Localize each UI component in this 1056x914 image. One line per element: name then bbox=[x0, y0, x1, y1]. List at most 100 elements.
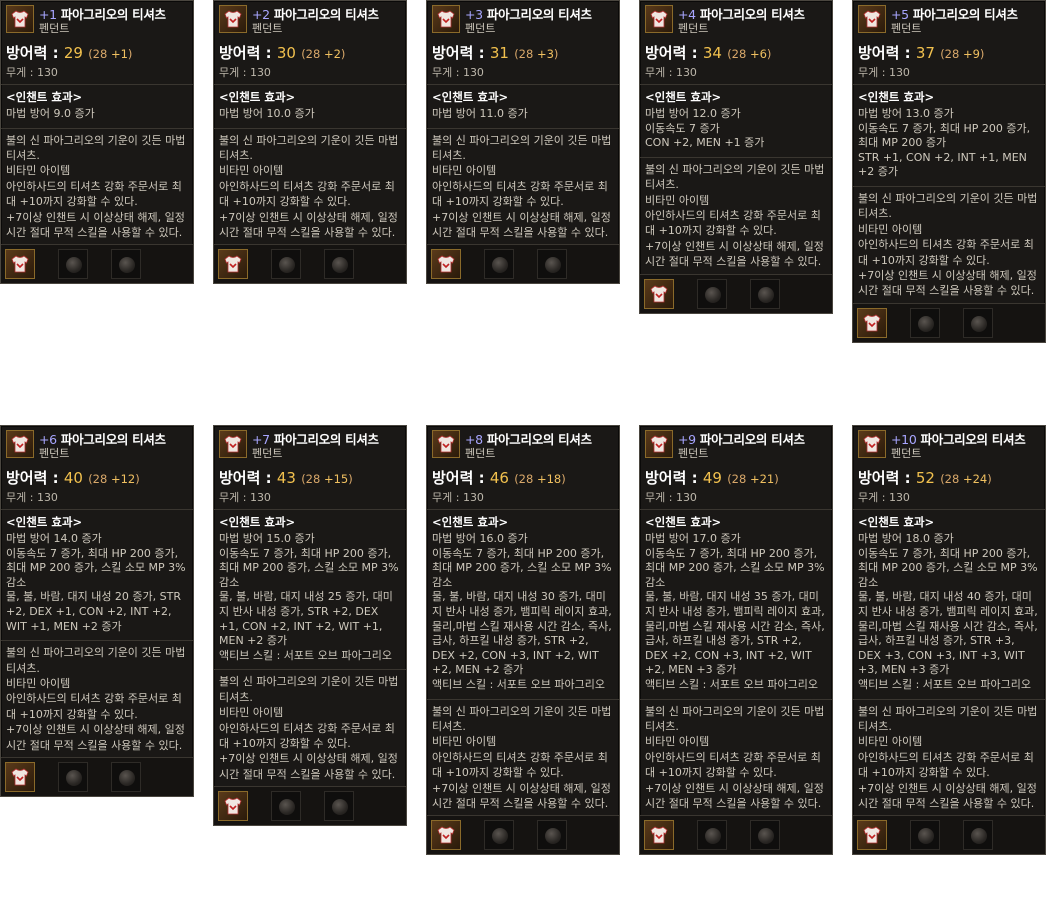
item-slot-tshirt[interactable] bbox=[5, 249, 35, 280]
item-slot-empty[interactable] bbox=[963, 820, 993, 851]
item-slot-empty[interactable] bbox=[910, 307, 940, 338]
defense-label: 방어력 : bbox=[858, 44, 911, 62]
weight: 무게 : 130 bbox=[645, 491, 697, 504]
item-slot-empty[interactable] bbox=[537, 249, 567, 280]
defense-breakdown-close: ) bbox=[987, 472, 992, 486]
enchant-effect-title: <인챈트 효과> bbox=[858, 90, 935, 104]
item-slot-empty[interactable] bbox=[910, 820, 940, 851]
item-slot-empty[interactable] bbox=[750, 278, 780, 309]
defense-row: 방어력 : 43 (28 +15) bbox=[214, 464, 406, 489]
defense-base: (28 bbox=[514, 472, 534, 486]
item-description: 불의 신 파아그리오의 기운이 깃든 마법 티셔츠. 비타민 아이템 아인하사드… bbox=[858, 704, 1038, 810]
item-slot-empty[interactable] bbox=[111, 762, 141, 792]
weight: 무게 : 130 bbox=[219, 491, 271, 504]
item-slot-empty[interactable] bbox=[484, 820, 514, 851]
enchant-effects: 마법 방어 15.0 증가 이동속도 7 증가, 최대 HP 200 증가, 최… bbox=[219, 532, 399, 662]
enchant-effects: 마법 방어 17.0 증가 이동속도 7 증가, 최대 HP 200 증가, 최… bbox=[645, 532, 825, 691]
item-slot-tshirt[interactable] bbox=[218, 791, 248, 822]
item-slot-empty[interactable] bbox=[271, 791, 301, 822]
tshirt-icon bbox=[645, 430, 673, 458]
empty-gem-socket-icon bbox=[971, 315, 987, 332]
item-slot-bar bbox=[1, 244, 193, 284]
defense-value: 43 bbox=[276, 469, 296, 487]
item-slot-tshirt[interactable] bbox=[5, 762, 35, 792]
defense-label: 방어력 : bbox=[6, 469, 59, 487]
item-slot-tshirt[interactable] bbox=[644, 820, 674, 851]
tshirt-icon bbox=[11, 768, 29, 786]
item-description: 불의 신 파아그리오의 기운이 깃든 마법 티셔츠. 비타민 아이템 아인하사드… bbox=[645, 162, 825, 269]
defense-breakdown-close: ) bbox=[135, 472, 140, 486]
tshirt-icon bbox=[863, 826, 881, 844]
enchant-effect-title: <인챈트 효과> bbox=[432, 90, 509, 104]
item-slot-tshirt[interactable] bbox=[218, 249, 248, 280]
tshirt-icon bbox=[858, 5, 886, 33]
defense-breakdown: (28 +24) bbox=[940, 472, 992, 486]
defense-breakdown-close: ) bbox=[766, 47, 772, 61]
item-slot-empty[interactable] bbox=[324, 249, 354, 280]
empty-gem-socket-icon bbox=[119, 257, 135, 274]
item-slot-tshirt[interactable] bbox=[431, 249, 461, 280]
item-slot-bar bbox=[214, 244, 406, 284]
item-slot-bar bbox=[853, 302, 1045, 342]
tshirt-icon bbox=[650, 826, 668, 844]
defense-value: 49 bbox=[702, 469, 722, 487]
item-tooltip-6: +6 파아그리오의 티셔츠 펜던트 방어력 : 40 (28 +12) 무게 :… bbox=[0, 425, 194, 797]
empty-gem-socket-icon bbox=[545, 828, 561, 845]
item-description: 불의 신 파아그리오의 기운이 깃든 마법 티셔츠. 비타민 아이템 아인하사드… bbox=[645, 704, 825, 810]
item-slot-empty[interactable] bbox=[697, 820, 727, 851]
item-slot-empty[interactable] bbox=[111, 249, 141, 280]
defense-breakdown: (28 +18) bbox=[514, 472, 566, 486]
weight: 무게 : 130 bbox=[432, 491, 484, 504]
empty-gem-socket-icon bbox=[545, 257, 561, 274]
item-slot-empty[interactable] bbox=[750, 820, 780, 851]
item-slot-tshirt[interactable] bbox=[857, 820, 887, 851]
defense-breakdown-close: ) bbox=[348, 472, 353, 486]
item-slot-empty[interactable] bbox=[484, 249, 514, 280]
defense-base: (28 bbox=[301, 47, 321, 61]
defense-base: (28 bbox=[727, 47, 747, 61]
item-tooltip-4: +4 파아그리오의 티셔츠 펜던트 방어력 : 34 (28 +6) 무게 : … bbox=[639, 0, 833, 314]
defense-breakdown-close: ) bbox=[553, 47, 559, 61]
item-name: 파아그리오의 티셔츠 bbox=[699, 432, 805, 447]
empty-gem-socket-icon bbox=[332, 257, 348, 274]
empty-gem-socket-icon bbox=[492, 257, 508, 274]
defense-label: 방어력 : bbox=[645, 469, 698, 487]
defense-breakdown-close: ) bbox=[127, 47, 133, 61]
item-slot-empty[interactable] bbox=[697, 278, 727, 309]
enchant-effect-title: <인챈트 효과> bbox=[6, 515, 83, 529]
defense-row: 방어력 : 46 (28 +18) bbox=[427, 464, 619, 489]
item-description: 불의 신 파아그리오의 기운이 깃든 마법 티셔츠. 비타민 아이템 아인하사드… bbox=[6, 646, 186, 752]
item-slot-empty[interactable] bbox=[537, 820, 567, 851]
item-slot-tshirt[interactable] bbox=[857, 307, 887, 338]
tooltip-header: +9 파아그리오의 티셔츠 펜던트 bbox=[640, 426, 832, 464]
defense-row: 방어력 : 49 (28 +21) bbox=[640, 464, 832, 489]
tshirt-icon bbox=[432, 5, 460, 33]
defense-base: (28 bbox=[940, 472, 960, 486]
item-slot-tshirt[interactable] bbox=[644, 278, 674, 309]
empty-gem-socket-icon bbox=[279, 257, 295, 274]
defense-label: 방어력 : bbox=[219, 469, 272, 487]
item-slot-empty[interactable] bbox=[58, 249, 88, 280]
defense-row: 방어력 : 52 (28 +24) bbox=[853, 464, 1045, 489]
tshirt-icon bbox=[219, 5, 247, 33]
item-slot-tshirt[interactable] bbox=[431, 820, 461, 851]
tshirt-icon bbox=[6, 430, 34, 458]
enchant-effects: 마법 방어 12.0 증가 이동속도 7 증가 CON +2, MEN +1 증… bbox=[645, 107, 765, 150]
item-slot-empty[interactable] bbox=[271, 249, 301, 280]
defense-label: 방어력 : bbox=[432, 469, 485, 487]
item-slot-empty[interactable] bbox=[324, 791, 354, 822]
enchant-effects: 마법 방어 10.0 증가 bbox=[219, 107, 315, 120]
defense-bonus: +21 bbox=[749, 472, 775, 486]
tooltip-header: +8 파아그리오의 티셔츠 펜던트 bbox=[427, 426, 619, 464]
item-slot-empty[interactable] bbox=[58, 762, 88, 792]
item-type: 펜던트 bbox=[891, 447, 922, 460]
item-slot-empty[interactable] bbox=[963, 307, 993, 338]
empty-gem-socket-icon bbox=[332, 799, 348, 816]
empty-gem-socket-icon bbox=[758, 828, 774, 845]
item-type: 펜던트 bbox=[678, 447, 709, 460]
item-type: 펜던트 bbox=[465, 447, 496, 460]
defense-value: 29 bbox=[63, 44, 83, 62]
defense-row: 방어력 : 34 (28 +6) bbox=[640, 39, 832, 64]
defense-row: 방어력 : 31 (28 +3) bbox=[427, 39, 619, 64]
item-slot-bar bbox=[853, 815, 1045, 855]
